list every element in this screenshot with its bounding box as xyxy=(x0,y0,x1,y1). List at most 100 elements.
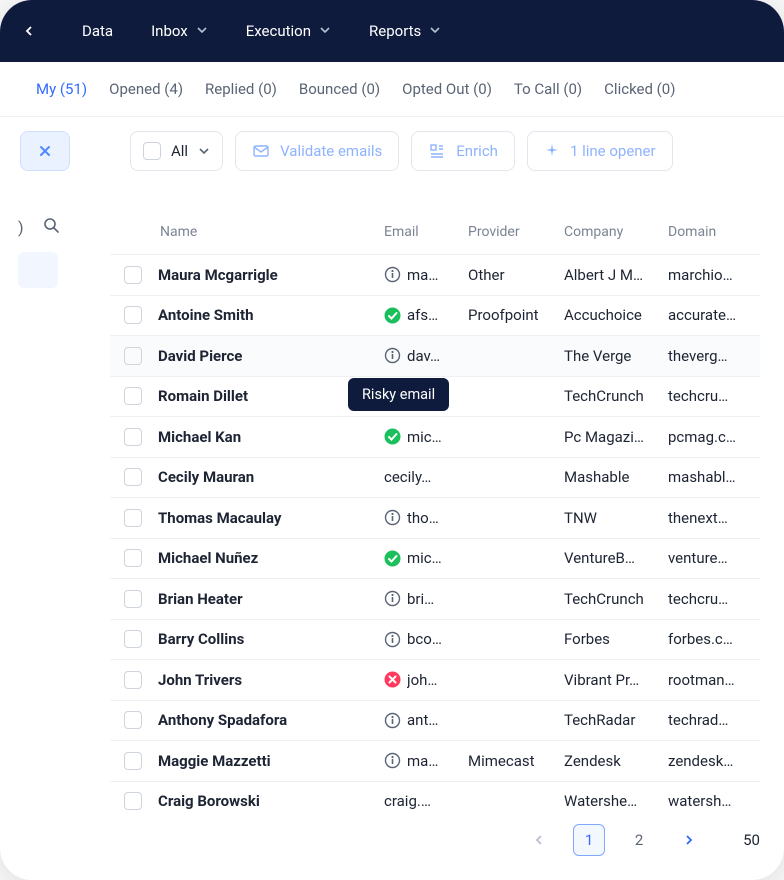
cell-email: ma… xyxy=(384,266,468,284)
select-all-button[interactable]: All xyxy=(130,131,223,171)
tab-4[interactable]: Opted Out (0) xyxy=(402,80,492,98)
close-filter-chip[interactable] xyxy=(20,131,70,171)
nav-data[interactable]: Data xyxy=(82,22,113,40)
cell-company: TNW xyxy=(564,509,668,527)
cell-company: The Verge xyxy=(564,347,668,365)
row-checkbox[interactable] xyxy=(124,549,142,567)
info-icon xyxy=(384,509,401,526)
filter-tabs: My (51) Opened (4) Replied (0) Bounced (0) O… xyxy=(0,62,784,117)
col-domain[interactable]: Domain xyxy=(668,224,748,240)
check-circle-icon xyxy=(384,550,401,567)
cell-name: David Pierce xyxy=(158,347,384,365)
cell-company: Albert J M… xyxy=(564,266,668,284)
close-icon xyxy=(38,144,52,158)
cell-email: tho… xyxy=(384,509,468,527)
table-row[interactable]: Anthony Spadaforaant…TechRadartechrad… xyxy=(110,700,760,741)
col-email[interactable]: Email xyxy=(384,224,468,240)
table-row[interactable]: Cecily Maurancecily.…Mashablemashabl… xyxy=(110,457,760,498)
cell-company: VentureB… xyxy=(564,549,668,567)
nav-collapse-chevron[interactable] xyxy=(18,25,40,37)
cell-name: Anthony Spadafora xyxy=(158,711,384,729)
cell-domain: thenext… xyxy=(668,509,748,527)
side-highlight xyxy=(18,252,58,288)
cell-email: mic… xyxy=(384,428,468,446)
page-next[interactable] xyxy=(673,824,705,856)
cell-company: Pc Magazi… xyxy=(564,428,668,446)
row-checkbox[interactable] xyxy=(124,428,142,446)
table-row[interactable]: Thomas Macaulaytho… TNWthenext… xyxy=(110,497,760,538)
table-row[interactable]: David Piercedav… The Vergetheverg… xyxy=(110,335,760,376)
cell-name: Thomas Macaulay xyxy=(158,509,384,527)
col-provider[interactable]: Provider xyxy=(468,224,564,240)
row-checkbox[interactable] xyxy=(124,671,142,689)
nav-execution[interactable]: Execution xyxy=(246,22,331,40)
tab-6[interactable]: Clicked (0) xyxy=(604,80,675,98)
cell-name: Maura Mcgarrigle xyxy=(158,266,384,284)
page-prev[interactable] xyxy=(523,824,555,856)
cell-name: Barry Collins xyxy=(158,630,384,648)
cell-company: TechCrunch xyxy=(564,590,668,608)
row-checkbox[interactable] xyxy=(124,509,142,527)
table-row[interactable]: John Triversjoh…Vibrant Pr…rootman… xyxy=(110,659,760,700)
row-checkbox[interactable] xyxy=(124,306,142,324)
row-checkbox[interactable] xyxy=(124,711,142,729)
cell-email: cecily.… xyxy=(384,468,468,486)
cell-domain: forbes.c… xyxy=(668,630,748,648)
one-line-opener-button[interactable]: 1 line opener xyxy=(527,131,673,171)
cell-domain: accurate… xyxy=(668,306,748,324)
validate-emails-button[interactable]: Validate emails xyxy=(235,131,399,171)
tab-2[interactable]: Replied (0) xyxy=(205,80,277,98)
check-circle-icon xyxy=(384,428,401,445)
row-checkbox[interactable] xyxy=(124,630,142,648)
chevron-down-icon xyxy=(319,22,331,40)
tab-5[interactable]: To Call (0) xyxy=(514,80,582,98)
row-checkbox[interactable] xyxy=(124,752,142,770)
table-row[interactable]: Brian Heaterbri…TechCrunchtechcru… xyxy=(110,578,760,619)
table-row[interactable]: Michael Nuñezmic…VentureB…venture… xyxy=(110,538,760,579)
table-row[interactable]: Maura Mcgarriglema…OtherAlbert J M…march… xyxy=(110,254,760,295)
cell-provider: Other xyxy=(468,266,564,284)
x-circle-icon xyxy=(384,671,401,688)
search-icon[interactable] xyxy=(42,216,60,238)
info-icon xyxy=(384,590,401,607)
toolbar: All Validate emails Enrich 1 line opener xyxy=(0,117,784,185)
select-all-label: All xyxy=(171,142,188,160)
row-checkbox[interactable] xyxy=(124,590,142,608)
tab-3[interactable]: Bounced (0) xyxy=(299,80,380,98)
row-checkbox[interactable] xyxy=(124,347,142,365)
table-row[interactable]: Michael Kanmic…Pc Magazi…pcmag.c… xyxy=(110,416,760,457)
tab-0[interactable]: My (51) xyxy=(36,80,87,98)
cell-domain: theverg… xyxy=(668,347,748,365)
top-nav: Data Inbox Execution Reports xyxy=(0,0,784,62)
cell-email: bri… xyxy=(384,590,468,608)
table-row[interactable]: Antoine Smithafs…ProofpointAccuchoiceacc… xyxy=(110,295,760,336)
mail-check-icon xyxy=(252,142,270,160)
tab-1[interactable]: Opened (4) xyxy=(109,80,183,98)
cell-name: Cecily Mauran xyxy=(158,468,384,486)
page-2[interactable]: 2 xyxy=(623,824,655,856)
pagination: 12 50 xyxy=(523,824,760,856)
cell-domain: rootman… xyxy=(668,671,748,689)
chevron-down-icon xyxy=(429,22,441,40)
cell-email: dav… xyxy=(384,347,468,365)
cell-company: Watershe… xyxy=(564,792,668,810)
cell-email: joh… xyxy=(384,671,468,689)
row-checkbox[interactable] xyxy=(124,468,142,486)
info-icon xyxy=(384,631,401,648)
col-name[interactable]: Name xyxy=(160,224,384,240)
table-row[interactable]: Craig Borowskicraig.b…Watershe…watersh… xyxy=(110,781,760,822)
table-row[interactable]: Maggie Mazzettima…MimecastZendeskzendesk… xyxy=(110,740,760,781)
table-row[interactable]: Barry Collinsbco…Forbesforbes.c… xyxy=(110,619,760,660)
nav-reports[interactable]: Reports xyxy=(369,22,441,40)
cell-company: Accuchoice xyxy=(564,306,668,324)
page-1[interactable]: 1 xyxy=(573,824,605,856)
row-checkbox[interactable] xyxy=(124,266,142,284)
cell-name: Michael Nuñez xyxy=(158,549,384,567)
col-company[interactable]: Company xyxy=(564,224,668,240)
nav-inbox[interactable]: Inbox xyxy=(151,22,208,40)
row-checkbox[interactable] xyxy=(124,387,142,405)
select-all-checkbox[interactable] xyxy=(143,142,161,160)
enrich-button[interactable]: Enrich xyxy=(411,131,515,171)
row-checkbox[interactable] xyxy=(124,792,142,810)
cell-email: mic… xyxy=(384,549,468,567)
